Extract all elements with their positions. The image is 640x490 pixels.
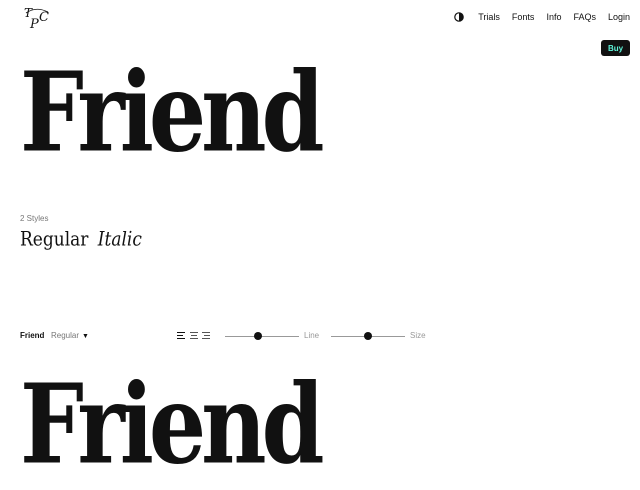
tester-font-name: Friend <box>20 331 45 340</box>
slider-track <box>225 336 299 337</box>
hero-font-title: Friend <box>20 48 325 178</box>
buy-button[interactable]: Buy <box>601 40 630 56</box>
type-tester-sample[interactable]: Friend <box>20 370 325 480</box>
nav-fonts[interactable]: Fonts <box>512 12 535 22</box>
style-italic[interactable]: Italic <box>98 228 142 251</box>
size-label: Size <box>410 331 426 340</box>
line-label: Line <box>304 331 320 340</box>
style-dropdown[interactable]: Regular ▼ <box>51 331 89 340</box>
styles-list: Regular Italic <box>20 228 142 251</box>
align-right-icon[interactable] <box>202 332 210 340</box>
nav-trials[interactable]: Trials <box>478 12 500 22</box>
caret-down-icon: ▼ <box>82 333 89 340</box>
slider-thumb[interactable] <box>254 332 263 340</box>
style-dropdown-value: Regular <box>51 331 80 340</box>
nav-faqs[interactable]: FAQs <box>573 12 596 22</box>
slider-thumb[interactable] <box>364 332 372 340</box>
nav-login[interactable]: Login <box>608 12 630 22</box>
svg-text:C: C <box>39 10 49 25</box>
line-height-slider[interactable] <box>225 332 299 340</box>
font-size-slider[interactable] <box>331 332 405 340</box>
top-nav: Trials Fonts Info FAQs Login <box>454 12 630 22</box>
contrast-toggle-icon[interactable] <box>454 12 465 22</box>
style-regular[interactable]: Regular <box>20 228 88 251</box>
styles-count: 2 Styles <box>20 214 49 223</box>
align-left-icon[interactable] <box>177 332 185 340</box>
tpc-monogram-icon[interactable]: T P C <box>22 4 54 32</box>
align-center-icon[interactable] <box>190 332 198 340</box>
nav-info[interactable]: Info <box>546 12 561 22</box>
type-tester-toolbar: Friend Regular ▼ Line Size <box>0 328 640 344</box>
svg-text:P: P <box>29 17 39 32</box>
